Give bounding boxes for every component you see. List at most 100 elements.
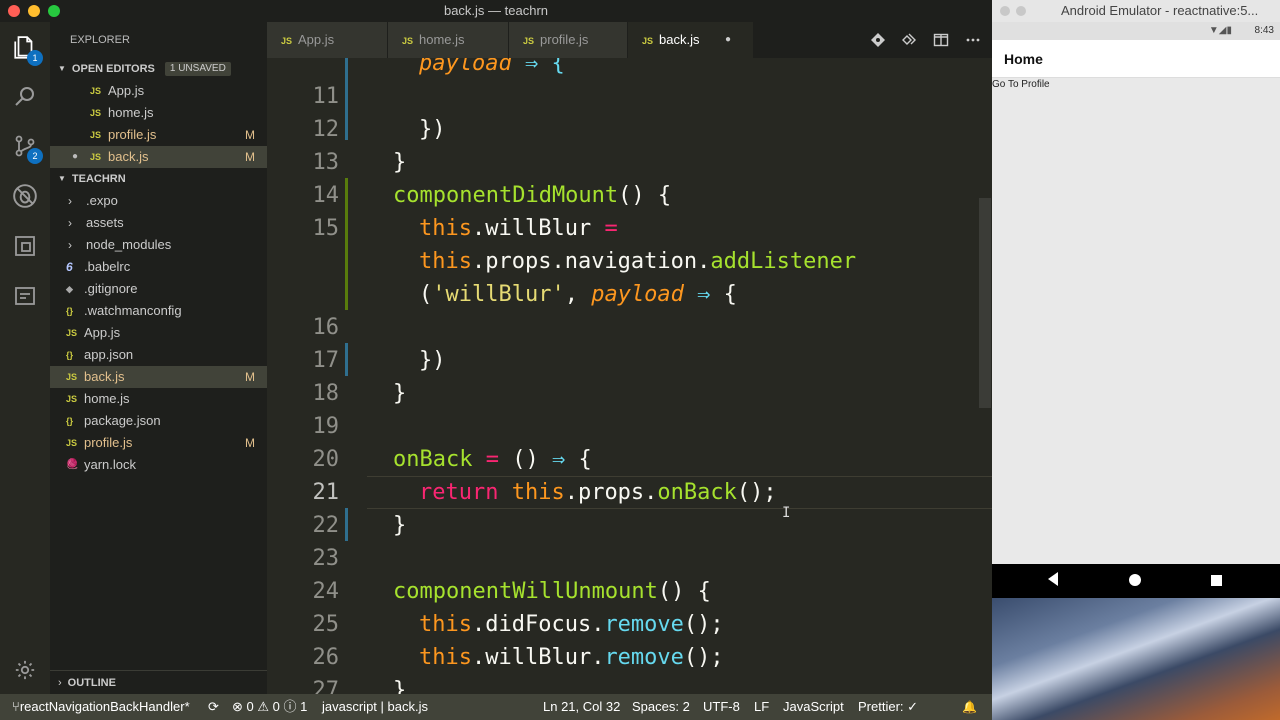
tab-back-js[interactable]: JS back.js ● (628, 22, 753, 58)
tree-item-file[interactable]: {} app.json (50, 344, 267, 366)
maximize-window-button[interactable] (48, 5, 60, 17)
code-line: componentDidMount() { (393, 183, 672, 208)
tree-item-label: app.json (84, 347, 134, 362)
json-file-icon: {} (66, 350, 74, 360)
open-editor-label: profile.js (108, 127, 157, 142)
modified-status: M (245, 436, 255, 450)
indentation-indicator[interactable]: Spaces: 2 (632, 694, 690, 720)
line-number: 21 (312, 480, 340, 505)
app-screen: Go To Profile (992, 78, 1280, 564)
tree-item-label: assets (86, 215, 124, 230)
js-file-icon: JS (642, 36, 654, 46)
code-line: componentWillUnmount() { (393, 579, 711, 604)
tree-item-folder[interactable]: › assets (50, 212, 267, 234)
open-editors-header[interactable]: ▼ OPEN EDITORS 1 UNSAVED (50, 58, 267, 80)
tree-item-label: profile.js (84, 435, 133, 450)
open-editors-label: OPEN EDITORS (71, 63, 155, 75)
tree-item-file-selected[interactable]: JS back.js M (50, 366, 267, 388)
js-file-icon: JS (90, 108, 102, 118)
tree-item-label: back.js (84, 369, 125, 384)
tree-item-file[interactable]: {} .watchmanconfig (50, 300, 267, 322)
tree-item-file[interactable]: 🧶 yarn.lock (50, 454, 267, 476)
unsaved-dot-icon[interactable]: ● (725, 22, 731, 58)
app-header: Home (992, 40, 1280, 78)
git-compare-icon[interactable] (870, 32, 886, 48)
explorer-button[interactable]: 1 (11, 34, 43, 66)
tab-profile-js[interactable]: JS profile.js (509, 22, 627, 58)
eol-indicator[interactable]: LF (754, 694, 769, 720)
modified-status: M (245, 370, 255, 384)
tab-app-js[interactable]: JS App.js (267, 22, 387, 58)
open-editor-item[interactable]: JS profile.js M (50, 124, 267, 146)
cursor-position[interactable]: Ln 21, Col 32 (543, 694, 620, 720)
gutter-modified-marker (345, 343, 348, 376)
debug-button[interactable] (11, 182, 39, 210)
back-nav-icon[interactable] (1048, 572, 1058, 586)
tree-item-folder[interactable]: › .expo (50, 190, 267, 212)
open-editor-label: back.js (108, 149, 149, 164)
tree-item-file[interactable]: JS profile.js M (50, 432, 267, 454)
open-editor-item[interactable]: JS home.js (50, 102, 267, 124)
editor-tabs: JS App.js JS home.js JS profile.js JS back.j… (267, 22, 992, 58)
prettier-status[interactable]: Prettier: ✓ (858, 694, 918, 720)
chevron-down-icon: ▼ (58, 64, 66, 73)
android-status-bar: ▼◢▮ 8:43 (992, 22, 1280, 40)
project-folder-header[interactable]: ▼ TEACHRN (50, 168, 267, 190)
unsaved-badge: 1 UNSAVED (164, 62, 231, 76)
settings-button[interactable] (11, 656, 39, 684)
line-number: 27 (312, 678, 340, 694)
remote-explorer-icon (15, 287, 35, 305)
open-editor-label: App.js (108, 83, 145, 98)
tree-item-file[interactable]: JS home.js (50, 388, 267, 410)
tree-item-file[interactable]: 6 .babelrc (50, 256, 267, 278)
code-line-current: return this.props.onBack(); (419, 480, 777, 505)
tree-item-file[interactable]: JS App.js (50, 322, 267, 344)
code-editor[interactable]: 11 12 13 14 15 16 17 18 19 20 21 22 23 2… (267, 58, 992, 694)
tree-item-folder[interactable]: › node_modules (50, 234, 267, 256)
line-number: 23 (312, 546, 340, 571)
branch-indicator[interactable]: ⑂ reactNavigationBackHandler* (12, 694, 190, 720)
tree-item-file[interactable]: ◆ .gitignore (50, 278, 267, 300)
sidebar-title: EXPLORER (70, 34, 130, 46)
remote-explorer-button[interactable] (11, 282, 39, 310)
minimize-window-button[interactable] (28, 5, 40, 17)
code-line: }) (419, 117, 446, 142)
scrollbar-thumb[interactable] (979, 198, 991, 408)
tab-home-js[interactable]: JS home.js (388, 22, 508, 58)
tree-item-file[interactable]: {} package.json (50, 410, 267, 432)
language-mode[interactable]: JavaScript (783, 694, 844, 720)
emulator-title-bar: Android Emulator - reactnative:5... (992, 0, 1280, 22)
search-view-button[interactable] (11, 82, 39, 110)
open-editor-item-active[interactable]: ● JS back.js M (50, 146, 267, 168)
line-number: 13 (312, 150, 340, 175)
tree-item-label: .gitignore (84, 281, 138, 296)
extensions-button[interactable] (11, 232, 39, 260)
problems-indicator[interactable]: ⊗ 0 ⚠ 0 ⓘ 1 (232, 694, 307, 720)
line-number: 12 (312, 117, 340, 142)
editor-scrollbar[interactable] (978, 58, 992, 694)
close-window-button[interactable] (1000, 6, 1010, 16)
gutter-modified-marker (345, 58, 348, 140)
outline-section-header[interactable]: › OUTLINE (50, 670, 267, 694)
open-editor-item[interactable]: JS App.js (50, 80, 267, 102)
source-control-button[interactable]: 2 (11, 132, 43, 164)
open-editor-label: home.js (108, 105, 154, 120)
tree-item-label: home.js (84, 391, 130, 406)
file-language-indicator[interactable]: javascript | back.js (322, 694, 428, 720)
recents-nav-icon[interactable] (1211, 575, 1222, 586)
open-preview-icon[interactable] (901, 32, 917, 48)
home-nav-icon[interactable] (1129, 574, 1141, 586)
unsaved-dot-icon[interactable]: ● (72, 146, 78, 168)
encoding-indicator[interactable]: UTF-8 (703, 694, 740, 720)
sync-icon[interactable]: ⟳ (208, 694, 219, 720)
more-actions-icon[interactable] (965, 32, 981, 48)
minimize-window-button[interactable] (1016, 6, 1026, 16)
js-file-icon: JS (66, 438, 78, 448)
emulator-title: Android Emulator - reactnative:5... (1061, 3, 1259, 18)
bell-icon[interactable]: 🔔 (962, 694, 977, 720)
tree-item-label: yarn.lock (84, 457, 137, 472)
gutter-modified-marker (345, 508, 348, 541)
split-editor-icon[interactable] (933, 32, 949, 48)
go-to-profile-button[interactable]: Go To Profile (992, 78, 1050, 92)
close-window-button[interactable] (8, 5, 20, 17)
